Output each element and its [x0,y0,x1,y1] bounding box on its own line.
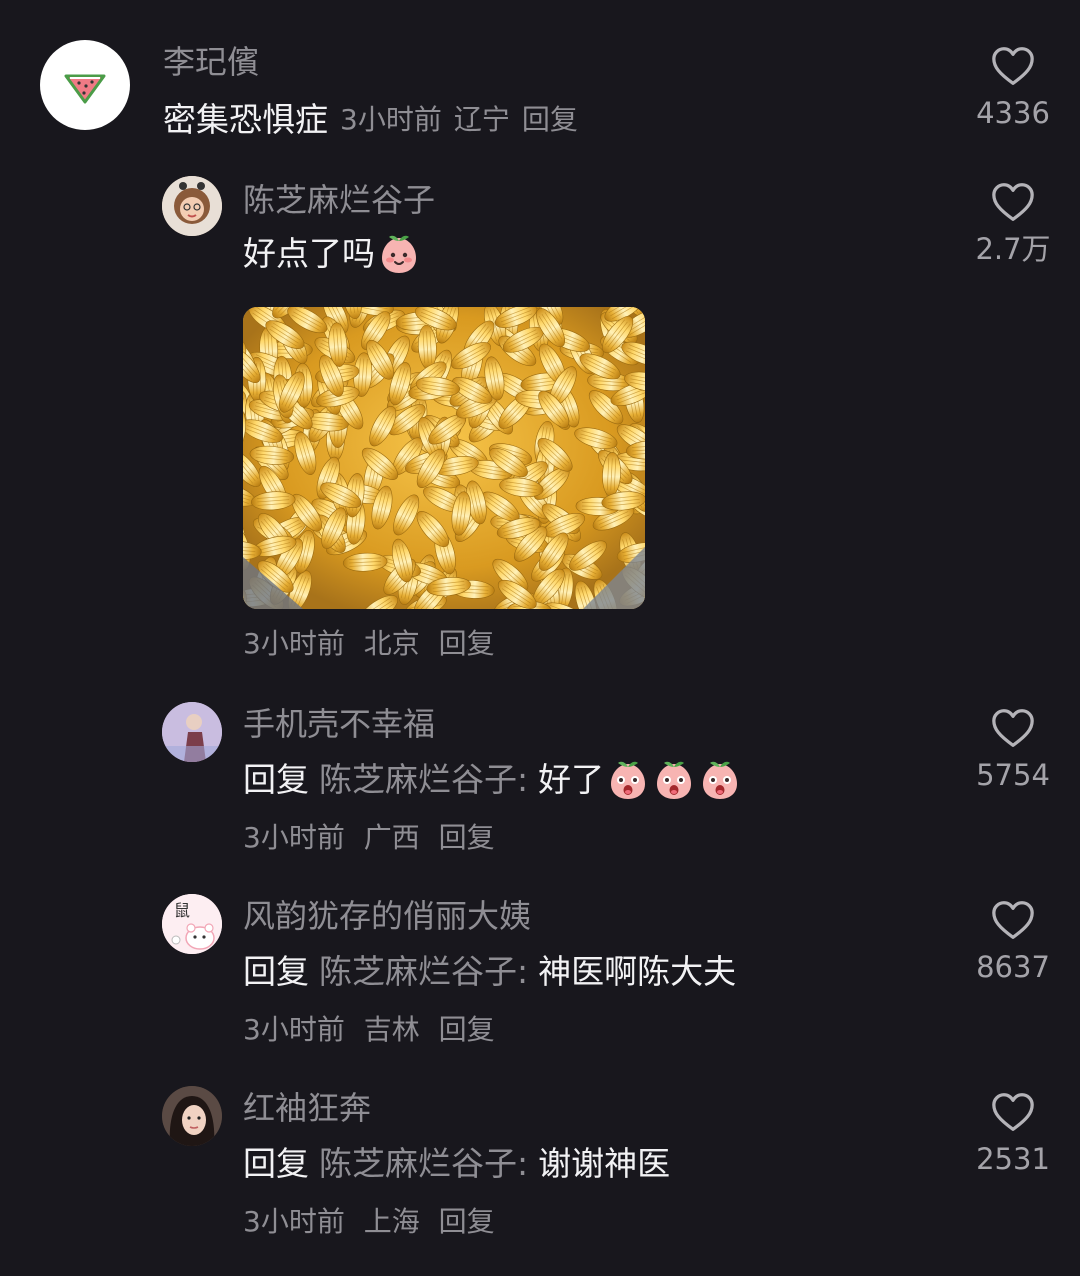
like-count: 4336 [976,96,1050,130]
comment-time: 3小时前 [243,1205,345,1238]
golden-sunflower-seeds-photo [243,307,645,609]
peach-shocked-emoji-icon [606,758,650,802]
comment-meta: 3小时前 吉林 回复 [243,1012,505,1048]
like-button[interactable]: 5754 [958,706,1068,792]
comment-location: 上海 [363,1205,420,1238]
username[interactable]: 李玘儐 [163,42,259,82]
reply-button[interactable]: 回复 [439,1205,495,1238]
comment-text: 回复 陈芝麻烂谷子: 好了 [243,758,742,802]
heart-icon [990,898,1036,944]
avatar[interactable] [40,40,130,130]
like-count: 2531 [976,1142,1050,1176]
comment-text: 回复 陈芝麻烂谷子: 谢谢神医 [243,1142,670,1186]
like-button[interactable]: 2.7万 [958,180,1068,266]
like-button[interactable]: 2531 [958,1090,1068,1176]
avatar-portrait-icon [162,176,222,236]
username[interactable]: 陈芝麻烂谷子 [243,180,435,220]
comment-body: 密集恐惧症 [163,100,328,139]
avatar[interactable] [162,176,222,236]
comment-time: 3小时前 [340,103,442,136]
comment-location: 吉林 [363,1013,420,1046]
like-button[interactable]: 4336 [958,44,1068,130]
comment-text: 好点了吗 [243,232,421,276]
heart-icon [990,180,1036,226]
reply-button[interactable]: 回复 [439,821,495,854]
comment-body: 神医啊陈大夫 [538,952,737,991]
comment-item: 红袖狂奔 回复 陈芝麻烂谷子: 谢谢神医 3小时前 上海 回复 2531 [0,1080,1080,1250]
comment-text: 回复 陈芝麻烂谷子: 神医啊陈大夫 [243,950,736,994]
comment-item: 陈芝麻烂谷子 好点了吗 3小时前 北京 回复 2.7万 [0,170,1080,670]
comment-time: 3小时前 [243,627,345,660]
heart-icon [990,1090,1036,1136]
reply-button[interactable]: 回复 [522,98,578,142]
avatar[interactable]: 鼠 [162,894,222,954]
avatar-portrait-icon [162,1086,222,1146]
reply-prefix: 回复 [243,760,309,799]
peach-face-emoji-icon [377,232,421,276]
like-button[interactable]: 8637 [958,898,1068,984]
comment-text: 密集恐惧症 3小时前 辽宁 回复 [163,98,578,142]
watermelon-icon [64,74,106,104]
reply-prefix: 回复 [243,952,309,991]
reply-button[interactable]: 回复 [439,1013,495,1046]
avatar-figure-icon [162,702,222,762]
comment-body: 好点了吗 [243,234,375,273]
reply-target[interactable]: 陈芝麻烂谷子: [319,950,528,994]
comment-location: 广西 [363,821,420,854]
reply-button[interactable]: 回复 [439,627,495,660]
username[interactable]: 手机壳不幸福 [243,704,435,744]
like-count: 2.7万 [975,232,1051,266]
comment-body: 谢谢神医 [538,1144,671,1183]
comment-meta: 3小时前 上海 回复 [243,1204,505,1240]
comment-location: 北京 [363,627,420,660]
reply-target[interactable]: 陈芝麻烂谷子: [319,1142,528,1186]
like-count: 5754 [976,758,1050,792]
comment-item: 李玘儐 密集恐惧症 3小时前 辽宁 回复 4336 [0,0,1080,160]
comment-body: 好了 [538,760,605,799]
comment-item: 手机壳不幸福 回复 陈芝麻烂谷子: 好了 3小时前 广西 回复 5754 [0,696,1080,866]
avatar[interactable] [162,702,222,762]
avatar[interactable] [162,1086,222,1146]
like-count: 8637 [976,950,1050,984]
reply-prefix: 回复 [243,1144,309,1183]
mouse-avatar-icon: 鼠 [162,894,222,954]
comment-time: 3小时前 [243,821,345,854]
heart-icon [990,44,1036,90]
username[interactable]: 风韵犹存的俏丽大姨 [243,896,531,936]
comment-image[interactable] [243,307,645,609]
peach-shocked-emoji-icon [698,758,742,802]
comment-meta: 3小时前 广西 回复 [243,820,505,856]
comment-time: 3小时前 [243,1013,345,1046]
peach-shocked-emoji-icon [652,758,696,802]
heart-icon [990,706,1036,752]
comment-location: 辽宁 [453,103,510,136]
username[interactable]: 红袖狂奔 [243,1088,371,1128]
comment-meta: 3小时前 北京 回复 [243,626,505,662]
comment-item: 鼠 风韵犹存的俏丽大姨 回复 陈芝麻烂谷子: 神医啊陈大夫 3小时前 吉林 回复… [0,888,1080,1058]
avatar-char: 鼠 [174,901,190,920]
reply-target[interactable]: 陈芝麻烂谷子: [319,758,528,802]
